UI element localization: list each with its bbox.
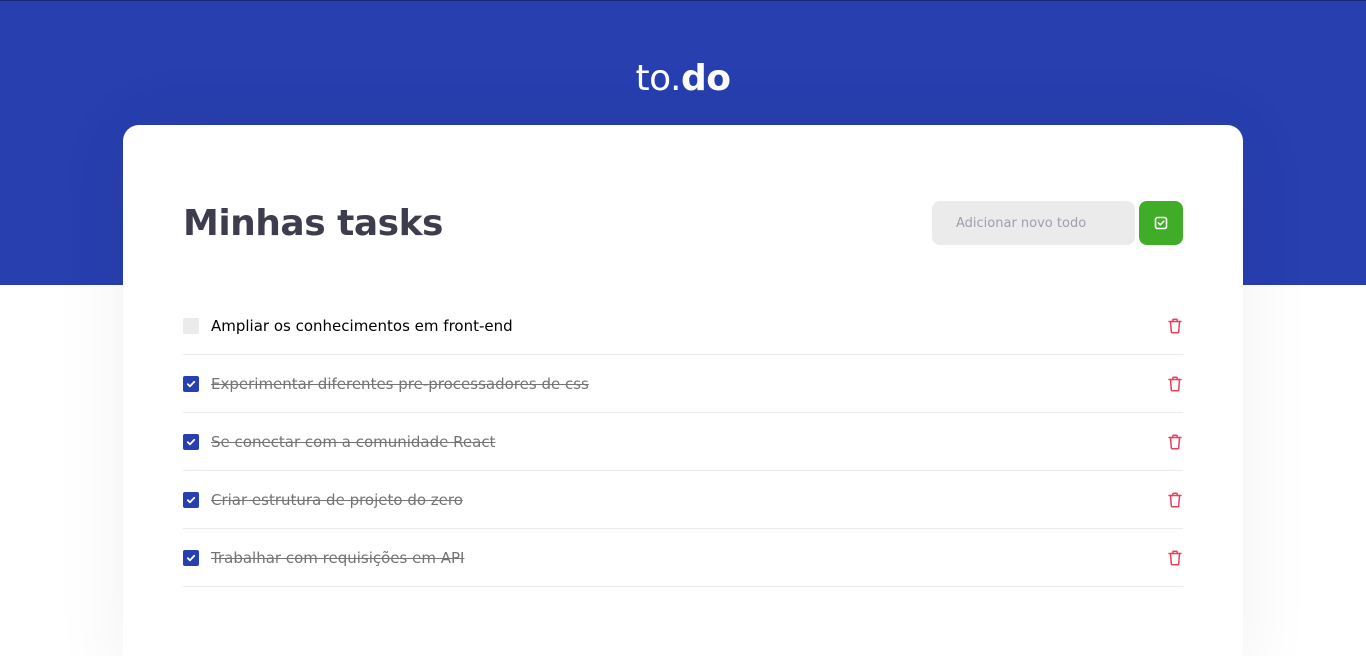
trash-icon [1168, 549, 1182, 565]
task-content: Trabalhar com requisições em API [183, 549, 464, 567]
tasks-header: Minhas tasks [183, 201, 1183, 245]
trash-icon [1168, 375, 1182, 391]
delete-task-button[interactable] [1163, 546, 1187, 570]
task-title: Trabalhar com requisições em API [211, 548, 465, 567]
task-item: Trabalhar com requisições em API [183, 529, 1183, 587]
trash-icon [1168, 433, 1182, 449]
trash-icon [1168, 491, 1182, 507]
page-title: Minhas tasks [183, 202, 443, 244]
check-square-icon [1153, 215, 1169, 231]
tasks-card: Minhas tasks Ampliar os conhecimentos em… [123, 125, 1243, 656]
task-title: Ampliar os conhecimentos em front-end [211, 316, 513, 335]
delete-task-button[interactable] [1163, 488, 1187, 512]
task-checkbox[interactable] [183, 491, 199, 508]
check-icon [186, 438, 196, 445]
task-title: Criar estrutura de projeto do zero [211, 490, 463, 509]
app-logo: to.do [635, 58, 731, 99]
task-content: Se conectar com a comunidade React [183, 433, 495, 451]
new-todo-input[interactable] [932, 201, 1135, 245]
task-content: Ampliar os conhecimentos em front-end [183, 317, 513, 335]
add-todo-form [932, 201, 1183, 245]
task-checkbox[interactable] [183, 549, 199, 566]
task-checkbox[interactable] [183, 375, 199, 392]
check-icon [186, 380, 196, 387]
task-content: Experimentar diferentes pre-processadore… [183, 375, 589, 393]
delete-task-button[interactable] [1163, 430, 1187, 454]
delete-task-button[interactable] [1163, 372, 1187, 396]
task-title: Se conectar com a comunidade React [211, 432, 496, 451]
task-list: Ampliar os conhecimentos em front-end Exp… [183, 297, 1183, 587]
task-checkbox[interactable] [183, 317, 199, 334]
trash-icon [1168, 317, 1182, 333]
task-item: Se conectar com a comunidade React [183, 413, 1183, 471]
check-icon [186, 496, 196, 503]
check-icon [186, 554, 196, 561]
add-todo-button[interactable] [1139, 201, 1183, 245]
task-item: Ampliar os conhecimentos em front-end [183, 297, 1183, 355]
delete-task-button[interactable] [1163, 314, 1187, 338]
task-item: Criar estrutura de projeto do zero [183, 471, 1183, 529]
task-item: Experimentar diferentes pre-processadore… [183, 355, 1183, 413]
task-content: Criar estrutura de projeto do zero [183, 491, 463, 509]
task-title: Experimentar diferentes pre-processadore… [211, 374, 589, 393]
task-checkbox[interactable] [183, 433, 199, 450]
